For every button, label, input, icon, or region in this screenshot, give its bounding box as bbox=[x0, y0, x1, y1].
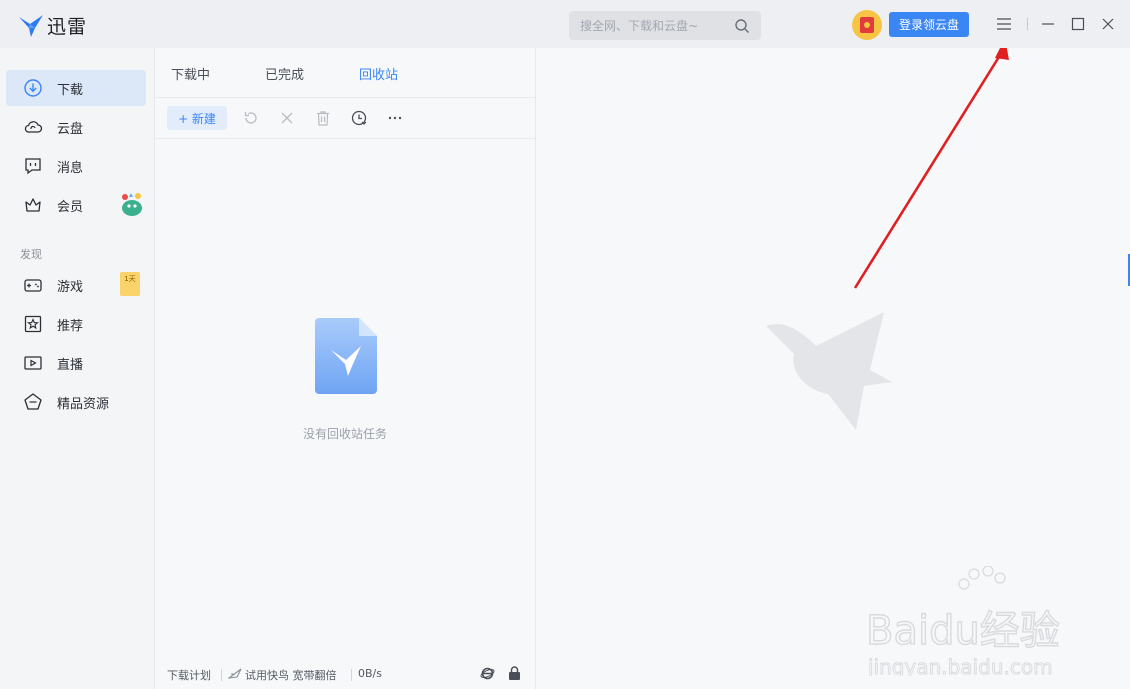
gem-icon bbox=[24, 393, 42, 410]
sidebar-item-download[interactable]: 下载 bbox=[6, 70, 146, 106]
gamepad-icon bbox=[24, 279, 42, 292]
sidebar-item-label: 推荐 bbox=[57, 318, 84, 334]
svg-text:jingyan.baidu.com: jingyan.baidu.com bbox=[867, 655, 1053, 676]
cloud-icon bbox=[24, 121, 43, 133]
sidebar-item-cloud[interactable]: 云盘 bbox=[6, 109, 146, 145]
sidebar-item-label: 直播 bbox=[57, 357, 84, 373]
game-badge: 1天 bbox=[120, 272, 140, 296]
new-task-button[interactable]: + 新建 bbox=[167, 106, 227, 130]
svg-text:Baidu经验: Baidu经验 bbox=[866, 608, 1060, 654]
lock-icon[interactable] bbox=[508, 666, 521, 681]
browser-ie-icon[interactable] bbox=[480, 666, 495, 681]
close-icon[interactable] bbox=[1098, 14, 1118, 34]
empty-state-text: 没有回收站任务 bbox=[302, 427, 387, 441]
app-logo: 迅雷 bbox=[18, 12, 87, 39]
empty-file-icon bbox=[315, 318, 377, 394]
crown-icon bbox=[25, 198, 41, 212]
login-button[interactable]: 登录领云盘 bbox=[889, 12, 969, 37]
minimize-icon[interactable] bbox=[1038, 14, 1058, 34]
sidebar-item-label: 会员 bbox=[57, 199, 84, 215]
title-bar: 迅雷 登录领云盘 bbox=[0, 0, 1130, 48]
delete-x-icon[interactable] bbox=[278, 109, 296, 127]
sidebar: 下载 云盘 消息 会员 发现 游戏 1天 推荐 直播 精品资源 bbox=[0, 48, 155, 689]
sidebar-item-label: 精品资源 bbox=[57, 396, 110, 412]
vip-mascot-icon bbox=[122, 193, 142, 216]
download-panel: 下载中 已完成 回收站 + 新建 没有回收站任务 下载计划 试用快鸟 宽带翻倍 … bbox=[155, 48, 536, 689]
sidebar-item-vip[interactable]: 会员 bbox=[6, 187, 146, 223]
download-tabs: 下载中 已完成 回收站 bbox=[155, 48, 535, 98]
trash-icon[interactable] bbox=[314, 109, 332, 127]
detail-pane: Baidu经验 jingyan.baidu.com bbox=[536, 48, 1130, 689]
maximize-icon[interactable] bbox=[1068, 14, 1088, 34]
trial-accelerate-link[interactable]: 试用快鸟 宽带翻倍 bbox=[245, 667, 337, 683]
sidebar-item-label: 游戏 bbox=[57, 279, 84, 295]
red-packet-icon[interactable] bbox=[852, 10, 882, 40]
more-icon[interactable] bbox=[386, 109, 404, 127]
download-speed: 0B/s bbox=[358, 667, 382, 680]
search-input[interactable] bbox=[580, 18, 738, 33]
thunder-bird-icon bbox=[19, 14, 43, 37]
sidebar-item-live[interactable]: 直播 bbox=[6, 345, 146, 381]
schedule-download-icon[interactable] bbox=[350, 109, 368, 127]
status-divider bbox=[351, 669, 352, 681]
baidu-jingyan-watermark: Baidu经验 jingyan.baidu.com bbox=[866, 566, 1061, 676]
sidebar-item-game[interactable]: 游戏 1天 bbox=[6, 267, 146, 303]
status-divider bbox=[221, 669, 222, 681]
restore-icon[interactable] bbox=[242, 109, 260, 127]
search-icon[interactable] bbox=[734, 18, 750, 34]
download-plan-link[interactable]: 下载计划 bbox=[167, 667, 211, 683]
thunder-bird-watermark-icon bbox=[766, 312, 892, 430]
sidebar-item-recommend[interactable]: 推荐 bbox=[6, 306, 146, 342]
star-icon bbox=[24, 315, 42, 333]
sidebar-item-label: 消息 bbox=[57, 160, 84, 176]
sidebar-item-label: 云盘 bbox=[57, 121, 84, 137]
status-bar: 下载计划 试用快鸟 宽带翻倍 0B/s bbox=[155, 665, 535, 689]
message-icon bbox=[25, 158, 41, 175]
sidebar-item-message[interactable]: 消息 bbox=[6, 148, 146, 184]
menu-icon[interactable] bbox=[994, 14, 1014, 34]
bird-icon bbox=[228, 668, 242, 679]
title-separator bbox=[1027, 18, 1028, 30]
tab-completed[interactable]: 已完成 bbox=[265, 64, 304, 83]
download-icon bbox=[24, 79, 42, 97]
tab-downloading[interactable]: 下载中 bbox=[171, 64, 210, 83]
tab-recycle-bin[interactable]: 回收站 bbox=[359, 64, 398, 83]
sidebar-item-premium[interactable]: 精品资源 bbox=[6, 384, 146, 420]
download-toolbar: + 新建 bbox=[155, 98, 535, 139]
sidebar-item-label: 下载 bbox=[57, 82, 84, 98]
live-icon bbox=[24, 356, 42, 370]
app-title: 迅雷 bbox=[47, 16, 88, 38]
discover-section-label: 发现 bbox=[20, 248, 42, 261]
search-box[interactable] bbox=[569, 11, 761, 40]
